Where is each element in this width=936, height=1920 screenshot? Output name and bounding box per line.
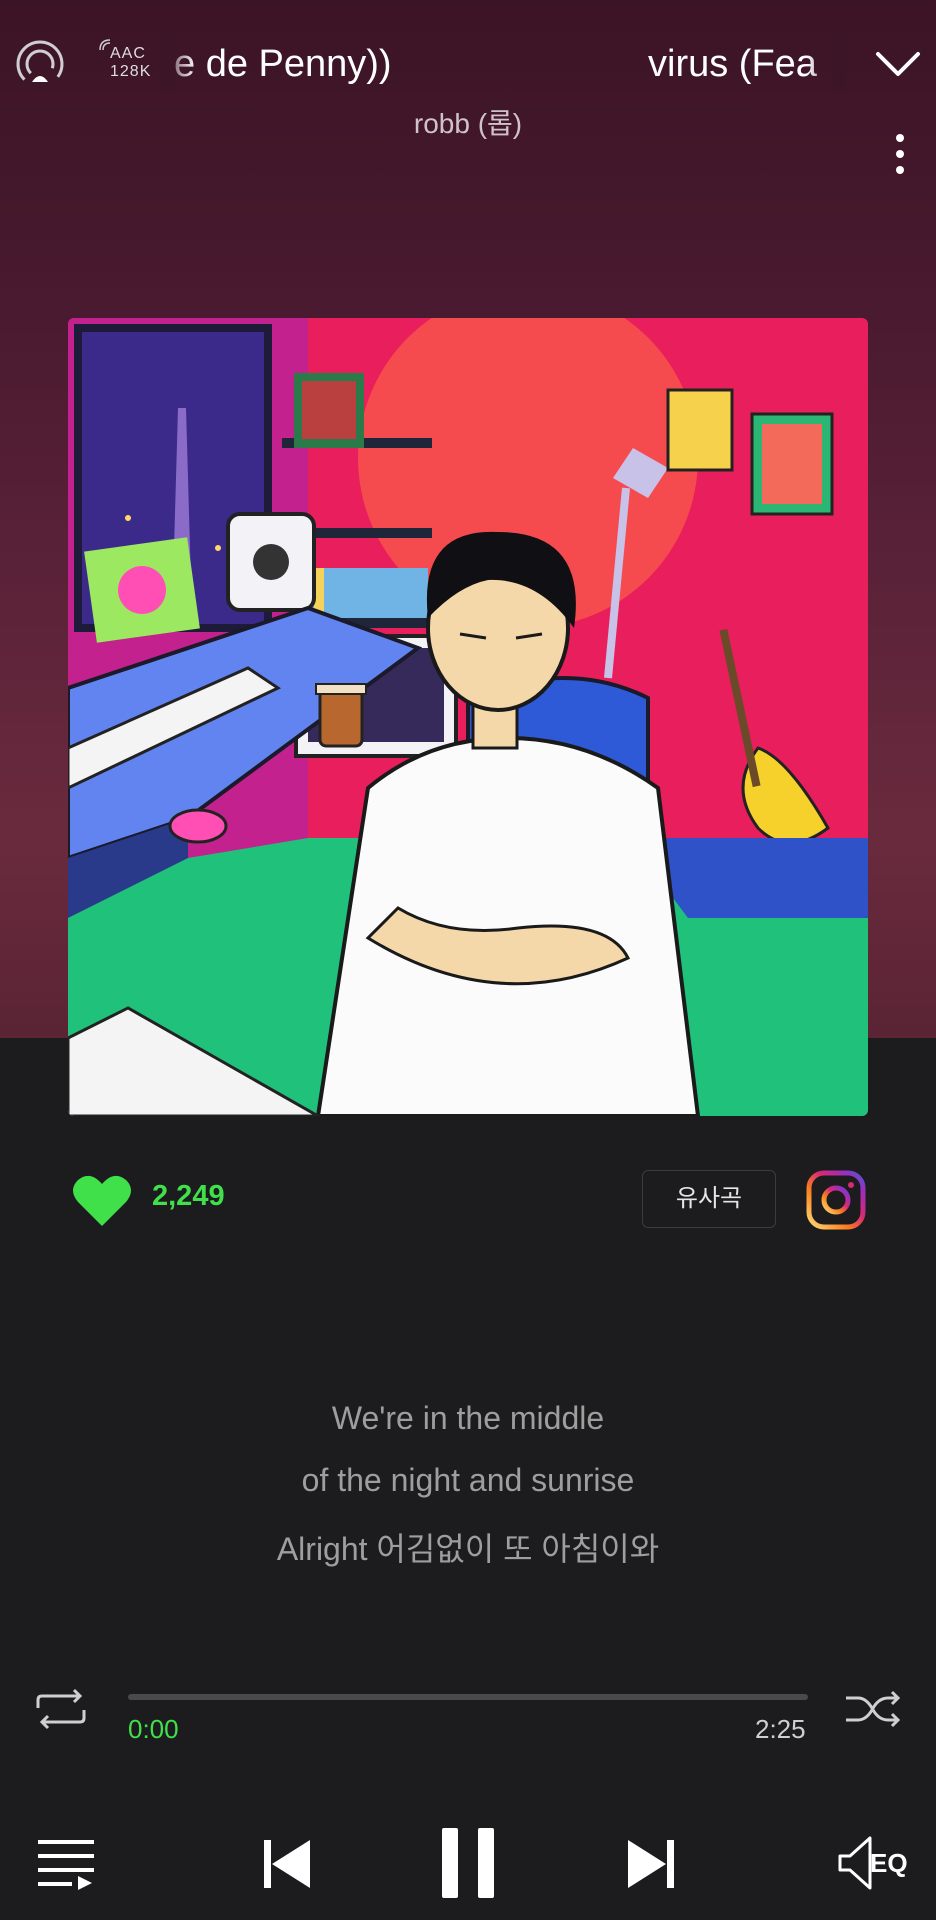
total-time: 2:25	[755, 1714, 806, 1744]
album-cover	[68, 318, 868, 1116]
previous-icon[interactable]	[262, 1838, 312, 1890]
lyric-line[interactable]: We're in the middle	[0, 1400, 936, 1437]
badge-bitrate: 128K	[110, 63, 152, 80]
chevron-down-icon[interactable]	[872, 44, 924, 84]
badge-codec: AAC	[110, 45, 146, 62]
audio-quality-badge: AAC 128K	[98, 38, 156, 88]
more-options-icon[interactable]	[890, 130, 910, 180]
title-fade-right	[806, 36, 846, 92]
eq-button[interactable]: EQ	[836, 1834, 920, 1892]
song-title-segment: virus (Fea	[648, 43, 817, 85]
lyric-line[interactable]: Alright 어김없이 또 아침이와	[0, 1524, 936, 1570]
instagram-icon[interactable]	[806, 1170, 866, 1230]
pause-icon[interactable]	[440, 1828, 496, 1898]
playlist-icon[interactable]	[36, 1836, 96, 1890]
song-title[interactable]: e de Penny)) virus (Fea	[160, 36, 840, 92]
shuffle-icon[interactable]	[842, 1688, 904, 1730]
heart-icon[interactable]	[72, 1174, 132, 1228]
eq-label: EQ	[870, 1848, 908, 1878]
song-title-segment: e de Penny))	[174, 43, 392, 85]
cast-icon[interactable]	[14, 38, 66, 90]
next-icon[interactable]	[626, 1838, 676, 1890]
repeat-icon[interactable]	[30, 1688, 92, 1730]
like-count: 2,249	[152, 1180, 225, 1212]
lyric-line[interactable]: of the night and sunrise	[0, 1462, 936, 1499]
current-time: 0:00	[128, 1714, 179, 1744]
similar-songs-button[interactable]: 유사곡	[642, 1170, 776, 1228]
artist-name[interactable]: robb (롭)	[0, 102, 936, 142]
title-fade-left	[160, 36, 196, 92]
progress-bar[interactable]	[128, 1694, 808, 1700]
